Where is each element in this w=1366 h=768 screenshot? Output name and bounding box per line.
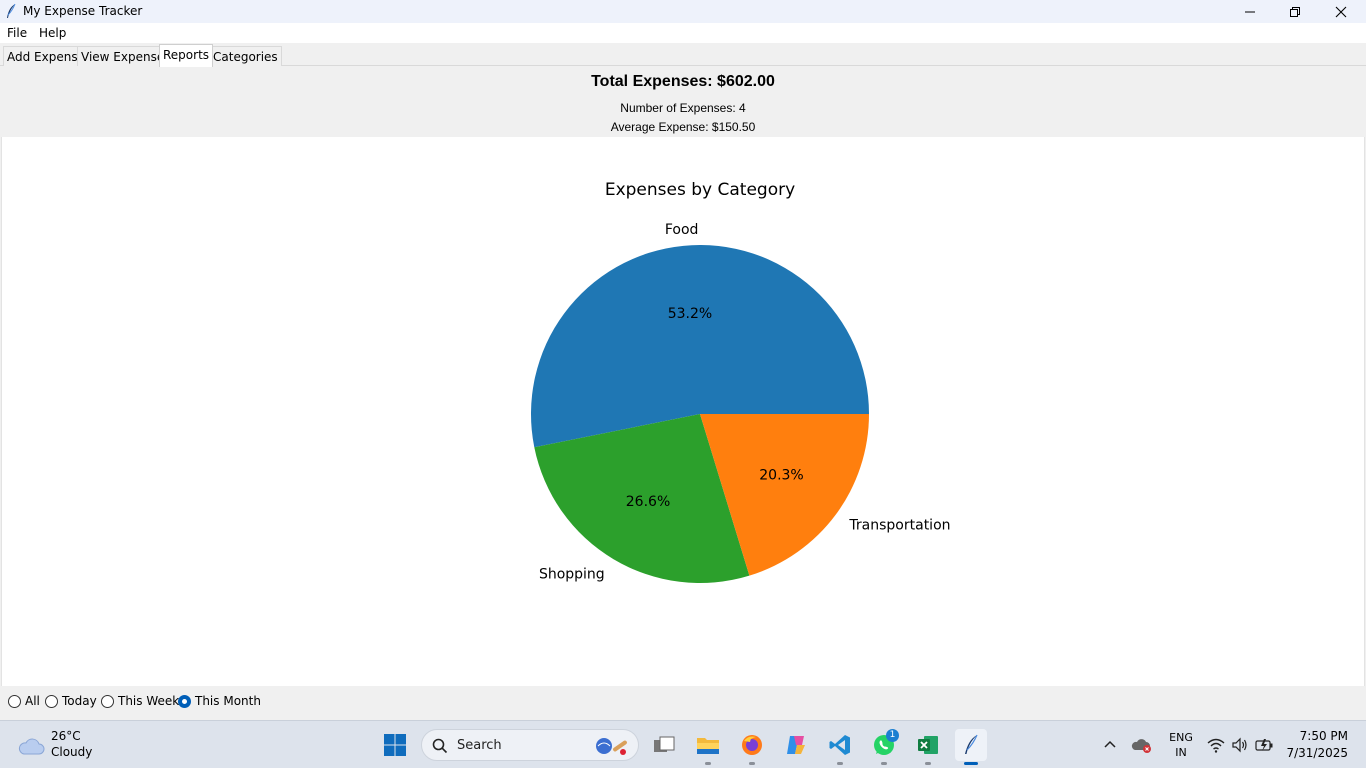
expense-count: Number of Expenses: 4 — [620, 101, 746, 115]
language-code: ENG — [1169, 731, 1193, 744]
radio-circle — [45, 694, 58, 708]
show-hidden-icons-button[interactable] — [1098, 729, 1122, 761]
running-indicator — [705, 762, 711, 765]
cloud-error-icon — [1131, 739, 1151, 753]
cricket-highlight-icon — [596, 738, 627, 755]
filter-all-label: All — [25, 694, 40, 708]
file-explorer-button[interactable] — [692, 729, 724, 765]
minimize-icon — [1245, 11, 1255, 12]
pie-percent-label: 26.6% — [626, 494, 670, 510]
copilot-icon — [787, 736, 805, 754]
folder-icon — [697, 738, 719, 754]
chevron-up-icon — [1104, 740, 1116, 748]
minimize-button[interactable] — [1227, 0, 1273, 23]
onedrive-status-button[interactable] — [1128, 729, 1156, 761]
cloud-icon — [18, 738, 45, 755]
feather-icon — [965, 734, 978, 754]
filter-this-week-label: This Week — [118, 694, 180, 708]
excel-button[interactable] — [912, 729, 944, 765]
total-expenses: Total Expenses: $602.00 — [591, 73, 775, 90]
pie-percent-label: 53.2% — [668, 306, 712, 322]
firefox-button[interactable] — [736, 729, 768, 765]
pie-category-label: Shopping — [539, 567, 605, 583]
pie-category-label: Transportation — [848, 518, 950, 534]
search-icon — [432, 738, 448, 754]
running-indicator — [837, 762, 843, 765]
menu-file[interactable]: File — [7, 26, 27, 40]
radio-circle — [178, 694, 191, 708]
close-icon — [1335, 6, 1347, 17]
search-label: Search — [457, 738, 502, 753]
wifi-icon — [1207, 738, 1225, 753]
radio-circle — [101, 694, 114, 708]
close-button[interactable] — [1318, 0, 1364, 23]
weather-widget[interactable]: 26°C Cloudy — [14, 729, 124, 761]
expense-tracker-taskbar-button[interactable] — [955, 729, 987, 765]
filter-all-radio[interactable]: All — [8, 694, 40, 708]
taskbar-search[interactable]: Search — [421, 729, 639, 761]
firefox-icon — [742, 735, 762, 755]
battery-charging-icon — [1255, 739, 1273, 751]
title-bar: My Expense Tracker — [0, 0, 1366, 23]
running-indicator — [749, 762, 755, 765]
window-title: My Expense Tracker — [23, 4, 143, 18]
task-view-icon — [654, 736, 675, 752]
date-filter: All Today This Week This Month — [0, 686, 1366, 720]
feather-icon — [7, 3, 16, 18]
start-button[interactable] — [379, 729, 411, 761]
whatsapp-button[interactable]: 1 — [868, 729, 900, 765]
running-indicator — [881, 762, 887, 765]
chart-area: Expenses by Category 53.2% Food 26.6% Shopp… — [1, 137, 1365, 686]
filter-this-month-radio[interactable]: This Month — [178, 694, 261, 708]
clock-time: 7:50 PM — [1299, 729, 1348, 743]
radio-circle — [8, 694, 21, 708]
windows-icon — [384, 734, 406, 756]
filter-this-week-radio[interactable]: This Week — [101, 694, 179, 708]
region-code: IN — [1175, 746, 1187, 759]
copilot-button[interactable] — [780, 729, 812, 761]
pie-percent-label: 20.3% — [759, 467, 803, 483]
menu-bar: File Help — [0, 23, 1366, 43]
vscode-button[interactable] — [824, 729, 856, 765]
taskbar: 26°C Cloudy Search 1 ENG IN 7:50 PM 7/31… — [0, 720, 1366, 768]
average-expense: Average Expense: $150.50 — [610, 120, 756, 134]
restore-button[interactable] — [1272, 0, 1318, 23]
filter-today-radio[interactable]: Today — [45, 694, 97, 708]
vscode-icon — [829, 735, 850, 755]
active-indicator — [964, 762, 978, 765]
weather-temp: 26°C — [51, 729, 81, 743]
pie-category-label: Food — [665, 222, 699, 238]
clock-date: 7/31/2025 — [1286, 746, 1348, 760]
tab-categories[interactable]: Categories — [209, 46, 282, 66]
tab-bar: Add Expense View Expenses Reports Catego… — [0, 43, 1366, 67]
restore-icon — [1290, 6, 1300, 17]
clock[interactable]: 7:50 PM 7/31/2025 — [1286, 728, 1348, 762]
pie-chart: Expenses by Category 53.2% Food 26.6% Shopp… — [531, 180, 951, 583]
running-indicator — [925, 762, 931, 765]
filter-today-label: Today — [62, 694, 97, 708]
language-indicator[interactable]: ENG IN — [1163, 730, 1199, 760]
chart-title: Expenses by Category — [605, 180, 795, 200]
summary-panel: Total Expenses: $602.00 Number of Expens… — [1, 66, 1365, 137]
tab-reports[interactable]: Reports — [159, 44, 214, 67]
menu-help[interactable]: Help — [39, 26, 66, 40]
weather-condition: Cloudy — [51, 745, 93, 759]
task-view-button[interactable] — [648, 729, 680, 761]
volume-icon — [1232, 737, 1247, 753]
notification-badge: 1 — [886, 729, 899, 742]
quick-settings-button[interactable] — [1205, 729, 1275, 761]
excel-icon — [918, 736, 938, 754]
filter-this-month-label: This Month — [195, 694, 261, 708]
